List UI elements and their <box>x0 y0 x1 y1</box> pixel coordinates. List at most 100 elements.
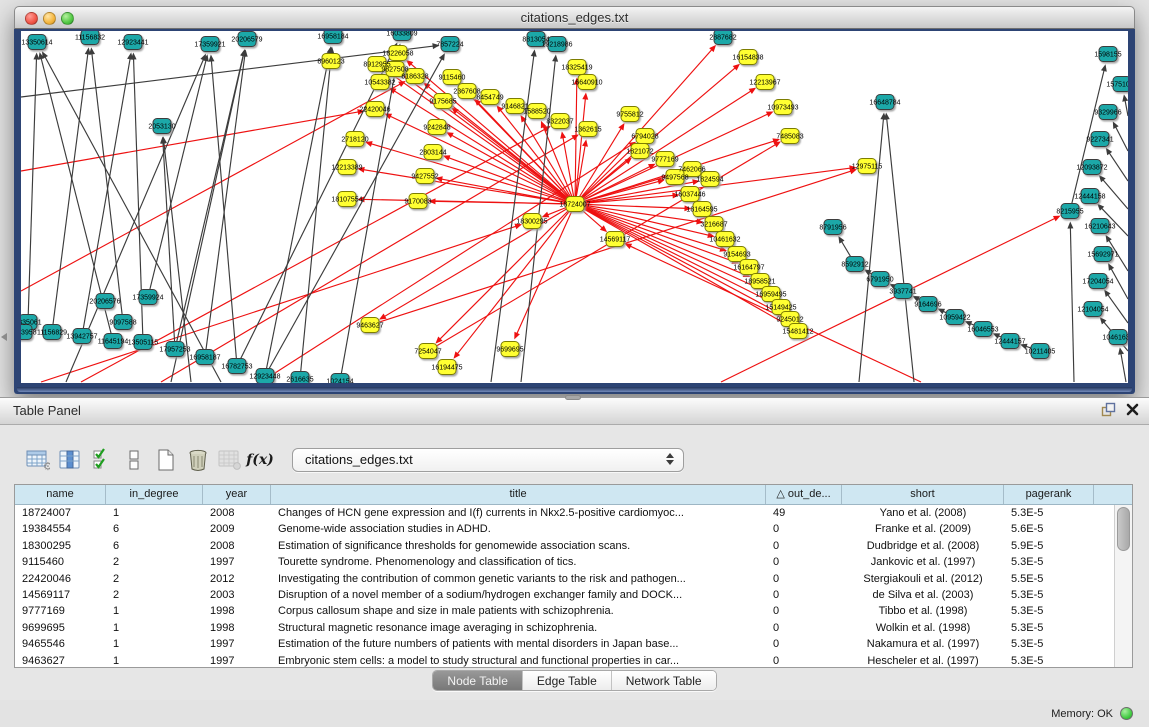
column-header-title[interactable]: title <box>271 485 766 504</box>
graph-node-label: 17359921 <box>194 42 225 49</box>
status-bar: Memory: OK <box>0 700 1149 727</box>
graph-node-label: 2887682 <box>709 35 736 42</box>
graph-node-label: 16959495 <box>755 292 786 299</box>
table-selector[interactable]: citations_edges.txt <box>292 448 684 472</box>
column-header-pagerank[interactable]: pagerank <box>1004 485 1094 504</box>
cell-in_degree: 6 <box>106 521 203 537</box>
table-row[interactable]: 1830029562008Estimation of significance … <box>15 538 1114 554</box>
graph-node-label: 17359924 <box>132 295 163 302</box>
table-row[interactable]: 2242004622012Investigating the contribut… <box>15 571 1114 587</box>
column-header-name[interactable]: name <box>15 485 106 504</box>
network-window-titlebar[interactable]: citations_edges.txt <box>14 6 1135 29</box>
tab-network-table[interactable]: Network Table <box>612 671 716 690</box>
cell-out_degree: 0 <box>766 587 842 603</box>
collapse-arrow-icon[interactable] <box>1 333 7 341</box>
cell-short: Jankovic et al. (1997) <box>842 554 1004 570</box>
table-body: 1872400712008Changes of HCN gene express… <box>15 505 1114 667</box>
graph-node-label: 16046553 <box>967 327 998 334</box>
graph-node-label: 12213967 <box>749 80 780 87</box>
column-header-out_degree[interactable]: △ out_de... <box>766 485 842 504</box>
table-header-row: namein_degreeyeartitle△ out_de...shortpa… <box>15 485 1132 505</box>
table-panel-title: Table Panel <box>13 398 81 424</box>
table-row[interactable]: 911546021997Tourette syndrome. Phenomeno… <box>15 554 1114 570</box>
column-header-year[interactable]: year <box>203 485 271 504</box>
graph-node-label: 16210643 <box>1084 224 1115 231</box>
splitter-handle[interactable] <box>565 395 581 400</box>
column-header-in_degree[interactable]: in_degree <box>106 485 203 504</box>
cell-pagerank: 5.5E-5 <box>1004 571 1094 587</box>
graph-node-label: 9755812 <box>616 112 643 119</box>
table-column-icon[interactable] <box>54 445 86 475</box>
cell-out_degree: 0 <box>766 653 842 668</box>
cell-pagerank: 5.3E-5 <box>1004 653 1094 668</box>
graph-node-label: 7254047 <box>414 349 441 356</box>
graph-node-label: 11156829 <box>37 330 67 337</box>
table-row[interactable]: 977716911998Corpus callosum shape and si… <box>15 603 1114 619</box>
graph-node-label: 8791956 <box>819 225 846 232</box>
network-view-window: citations_edges.txt 18724007891295518226… <box>14 6 1135 394</box>
cell-year: 2012 <box>203 571 271 587</box>
graph-node-label: 12104054 <box>1077 307 1108 314</box>
new-document-icon[interactable] <box>150 445 182 475</box>
graph-node-label: 16194475 <box>431 365 462 372</box>
table-mode-icon[interactable]: ⚙ <box>22 445 54 475</box>
graph-node-label: 12975115 <box>852 164 883 171</box>
table-row[interactable]: 1872400712008Changes of HCN gene express… <box>15 505 1114 521</box>
graph-node-label: 9175685 <box>429 99 456 106</box>
trash-icon[interactable] <box>182 445 214 475</box>
graph-node-label: 9427552 <box>411 174 438 181</box>
graph-node-label: 2053130 <box>148 124 175 131</box>
network-frame: 1872400789129551822605898275088186328911… <box>14 29 1135 394</box>
cell-name: 14569117 <box>15 587 106 603</box>
cell-year: 2009 <box>203 521 271 537</box>
rows-icon[interactable] <box>118 445 150 475</box>
cell-year: 1998 <box>203 620 271 636</box>
cell-in_degree: 1 <box>106 603 203 619</box>
graph-node-label: 9154693 <box>723 252 750 259</box>
graph-node-label: 1821072 <box>626 149 653 156</box>
table-row[interactable]: 946362711997Embryonic stem cells: a mode… <box>15 653 1114 668</box>
float-window-icon[interactable] <box>1101 402 1116 422</box>
graph-node-label: 18724007 <box>559 202 590 209</box>
cell-in_degree: 1 <box>106 505 203 521</box>
table-row[interactable]: 1938455462009Genome-wide association stu… <box>15 521 1114 537</box>
table-row[interactable]: 1456911722003Disruption of a novel membe… <box>15 587 1114 603</box>
graph-node-label: 16164797 <box>733 265 764 272</box>
function-icon[interactable]: f(x) <box>246 445 278 475</box>
cell-out_degree: 0 <box>766 521 842 537</box>
cell-out_degree: 0 <box>766 571 842 587</box>
graph-node-label: 10211405 <box>1025 349 1056 356</box>
cell-name: 18724007 <box>15 505 106 521</box>
column-header-short[interactable]: short <box>842 485 1004 504</box>
graph-node-label: 1824594 <box>696 177 723 184</box>
network-canvas[interactable]: 1872400789129551822605898275088186328911… <box>21 31 1128 383</box>
vertical-scrollbar[interactable] <box>1114 505 1132 667</box>
graph-node-label: 7462066 <box>678 167 705 174</box>
table-tab-bar: Node TableEdge TableNetwork Table <box>0 670 1149 691</box>
select-checklist-icon[interactable] <box>86 445 118 475</box>
close-icon[interactable] <box>1126 403 1139 421</box>
graph-node-label: 13350614 <box>21 40 52 47</box>
scrollbar-thumb[interactable] <box>1117 507 1130 551</box>
cell-pagerank: 5.3E-5 <box>1004 587 1094 603</box>
frame-bottom-highlight <box>17 387 1132 392</box>
cell-year: 1997 <box>203 636 271 652</box>
cell-title: Corpus callosum shape and size in male p… <box>271 603 766 619</box>
cell-name: 9115460 <box>15 554 106 570</box>
graph-node-label: 16648784 <box>869 100 900 107</box>
table-row[interactable]: 946554611997Estimation of the future num… <box>15 636 1114 652</box>
cell-name: 9777169 <box>15 603 106 619</box>
cell-title: Structural magnetic resonance image aver… <box>271 620 766 636</box>
cell-title: Embryonic stem cells: a model to study s… <box>271 653 766 668</box>
tab-node-table[interactable]: Node Table <box>433 671 523 690</box>
graph-node-label: 3937741 <box>889 289 916 296</box>
graph-node-label: 9463627 <box>356 323 383 330</box>
table-row[interactable]: 969969511998Structural magnetic resonanc… <box>15 620 1114 636</box>
graph-node-label: 8215955 <box>1056 209 1083 216</box>
tab-edge-table[interactable]: Edge Table <box>523 671 612 690</box>
cell-out_degree: 0 <box>766 538 842 554</box>
graph-node-label: 19218986 <box>541 42 572 49</box>
cell-pagerank: 5.6E-5 <box>1004 521 1094 537</box>
graph-node-label: 16782753 <box>221 364 252 371</box>
cell-name: 9463627 <box>15 653 106 668</box>
